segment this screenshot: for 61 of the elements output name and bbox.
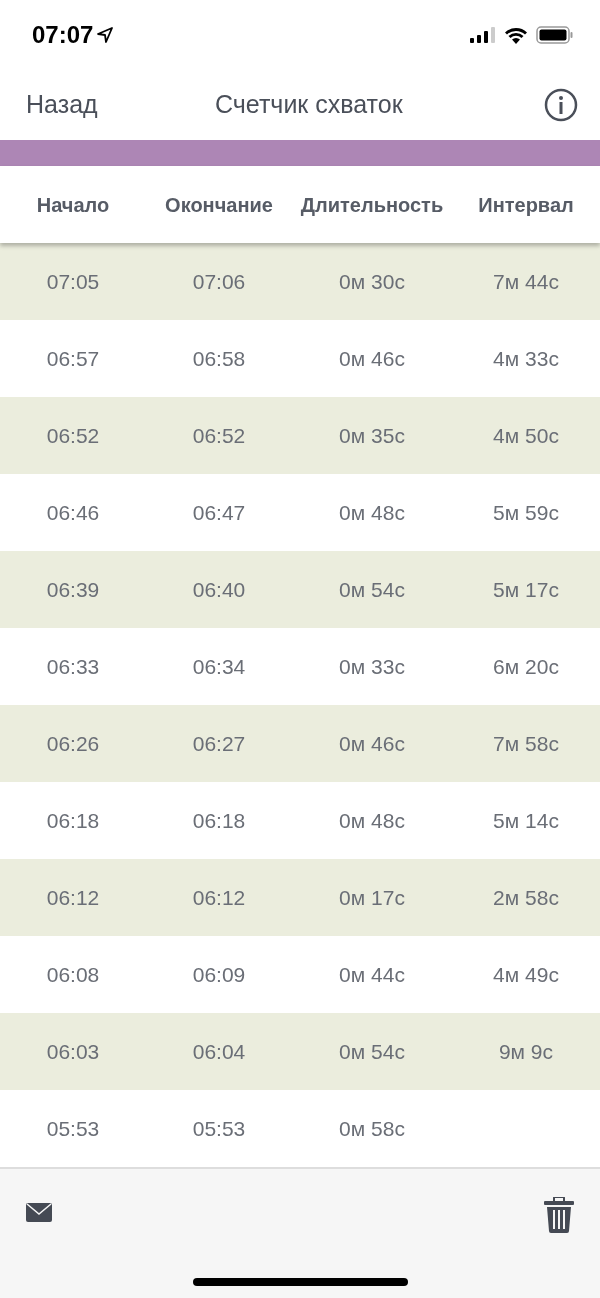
table-cell-text: 06:40 [191, 576, 247, 603]
table-cell-text: 06:18 [45, 807, 101, 834]
table-cell-text: 06:27 [191, 730, 247, 757]
clock-time: 07:07 [32, 20, 94, 50]
table-cell-text: 0м 54с [338, 1038, 406, 1065]
location-arrow-icon [97, 27, 114, 43]
table-cell-text: 7м 44с [492, 268, 560, 295]
table-cell-text: 4м 49с [492, 961, 560, 988]
table-cell-text: 0м 30с [338, 268, 406, 295]
table-cell-text: 4м 50с [492, 422, 560, 449]
wifi-icon [504, 26, 528, 44]
table-cell-text: 06:08 [45, 961, 101, 988]
table-cell-text: 0м 35с [338, 422, 406, 449]
table-cell-text: 0м 33с [338, 653, 406, 680]
table-cell-text: 9м 9с [497, 1038, 555, 1065]
table-cell-text: 06:39 [45, 576, 101, 603]
table-cell-text: 7м 58с [492, 730, 560, 757]
signal-icon [470, 27, 496, 43]
mail-icon[interactable] [26, 1203, 52, 1222]
table-cell-text: 06:18 [191, 807, 247, 834]
table-cell-text: 0м 48с [338, 499, 406, 526]
table-cell-text: 06:52 [45, 422, 101, 449]
table-cell-text: 06:04 [191, 1038, 247, 1065]
column-header: Длительность [299, 192, 445, 218]
table-cell-text: 0м 46с [338, 730, 406, 757]
table-cell-text: 0м 46с [338, 345, 406, 372]
table-cell-text: 06:58 [191, 345, 247, 372]
table-cell-text: 06:12 [45, 884, 101, 911]
column-header: Окончание [164, 192, 274, 218]
table-cell-text: 5м 59с [492, 499, 560, 526]
table-cell-text: 0м 54с [338, 576, 406, 603]
table-cell-text: 06:47 [191, 499, 247, 526]
table-cell-text: 05:53 [191, 1115, 247, 1142]
table-cell-text: 06:34 [191, 653, 247, 680]
table-cell-text: 05:53 [45, 1115, 101, 1142]
table-cell-text: 06:46 [45, 499, 101, 526]
table-cell-text: 5м 17с [492, 576, 560, 603]
info-icon[interactable] [544, 88, 578, 122]
table-cell-text: 4м 33с [492, 345, 560, 372]
table-cell-text: 0м 17с [338, 884, 406, 911]
back-button[interactable]: Назад [26, 86, 98, 124]
screen-title: Счетчик схваток [215, 89, 403, 121]
table-cell-text: 06:26 [45, 730, 101, 757]
table-cell-text: 06:52 [191, 422, 247, 449]
table-cell-text: 07:06 [191, 268, 247, 295]
table-cell-text: 06:09 [191, 961, 247, 988]
table-cell-text: 6м 20с [492, 653, 560, 680]
table-cell-text: 06:57 [45, 345, 101, 372]
battery-icon [536, 26, 574, 44]
table-cell-text: 07:05 [45, 268, 101, 295]
table-cell-text: 2м 58с [492, 884, 560, 911]
table-cell-text: 06:33 [45, 653, 101, 680]
table-cell-text: 0м 48с [338, 807, 406, 834]
table-cell-text: 0м 58с [338, 1115, 406, 1142]
table-cell-text: 06:12 [191, 884, 247, 911]
trash-icon[interactable] [544, 1197, 574, 1233]
column-header: Начало [35, 192, 111, 218]
column-header: Интервал [477, 192, 575, 218]
table-cell-text: 5м 14с [492, 807, 560, 834]
table-cell-text: 0м 44с [338, 961, 406, 988]
table-cell-text: 06:03 [45, 1038, 101, 1065]
